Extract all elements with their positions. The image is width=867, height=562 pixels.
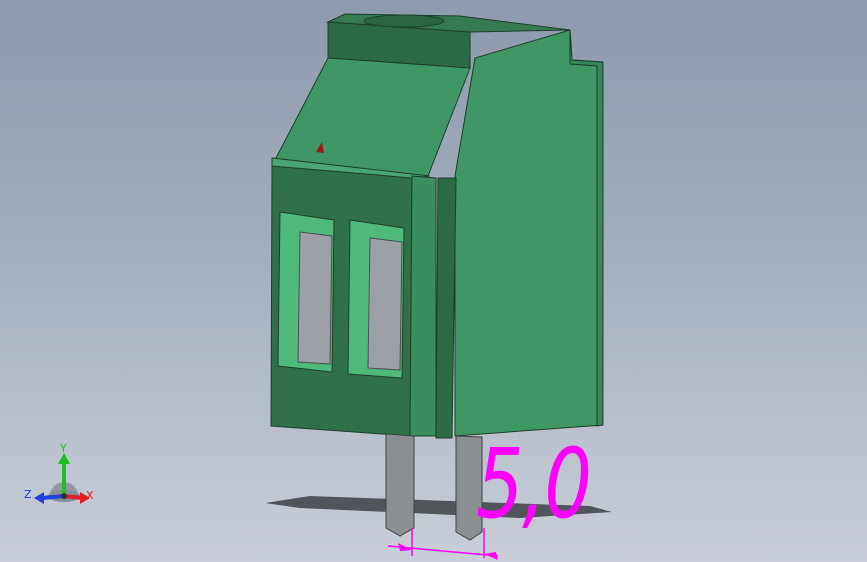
- 3d-viewport[interactable]: 5,0 Y Z X: [0, 0, 867, 562]
- axis-z-label: Z: [24, 488, 32, 501]
- axis-y-label: Y: [60, 442, 67, 455]
- front-right-strip: [409, 175, 437, 437]
- divider-rib: [435, 177, 457, 439]
- wire-port-2-opening[interactable]: [367, 237, 403, 371]
- dimension-label[interactable]: 5,0: [476, 436, 592, 532]
- dimension-arrow-right: [484, 552, 498, 560]
- axis-triad[interactable]: Y Z X: [20, 440, 100, 510]
- screw-hole[interactable]: [363, 14, 445, 28]
- axis-x-label: X: [86, 489, 94, 502]
- wire-port-1-opening[interactable]: [297, 231, 333, 365]
- sloped-face: [274, 57, 471, 177]
- terminal-block-model[interactable]: [0, 0, 867, 562]
- body-right-face[interactable]: [454, 29, 604, 437]
- dimension-arrow-left: [398, 543, 412, 551]
- pin-1[interactable]: [385, 433, 415, 537]
